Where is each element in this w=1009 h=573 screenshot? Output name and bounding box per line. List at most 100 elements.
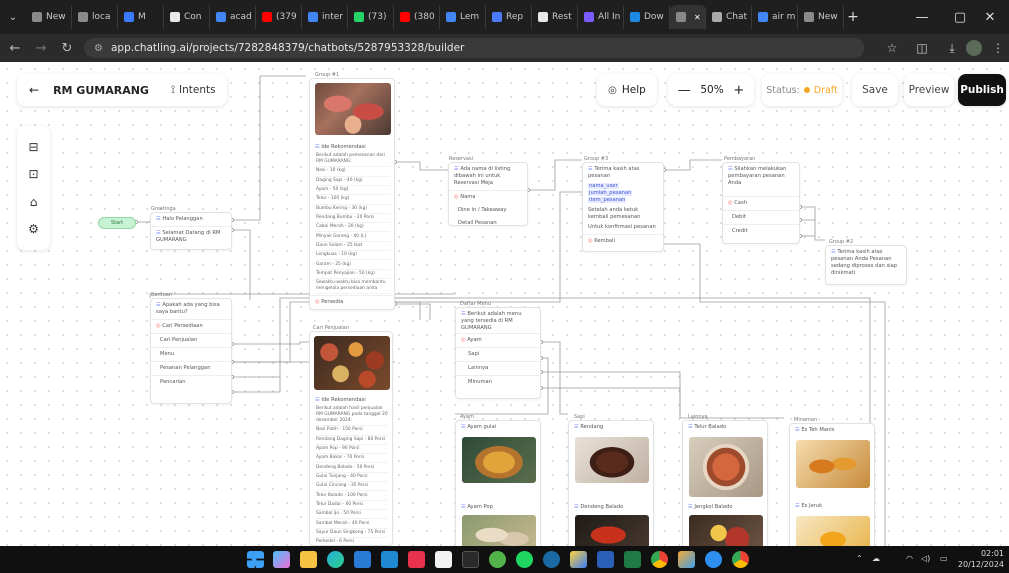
bot-icon[interactable]: ⌂: [30, 195, 38, 209]
wifi-icon[interactable]: ◠: [906, 554, 913, 563]
bantuan-option-2[interactable]: Cari Penjualan: [151, 334, 231, 349]
onedrive-icon[interactable]: ☁: [872, 554, 880, 563]
reservasi-node[interactable]: ☰ Ada nama di listing dibawah ini untuk …: [448, 162, 528, 226]
pembayaran-option-credit[interactable]: Credit: [723, 225, 799, 238]
browser-tab[interactable]: Dow: [624, 5, 670, 29]
intents-button[interactable]: Intents: [179, 84, 216, 96]
steam-icon[interactable]: [543, 551, 560, 568]
group3-node[interactable]: ☰ Terima kasih atas pesanan nama_user ju…: [582, 162, 664, 252]
bantuan-node[interactable]: ☰ Apakah ada yang bisa saya bantu? ◎ Car…: [150, 298, 232, 404]
browser-tab[interactable]: All In: [578, 5, 624, 29]
site-info-icon[interactable]: ⚙: [94, 43, 103, 54]
extensions-icon[interactable]: ◫: [914, 40, 930, 56]
back-arrow-icon[interactable]: ←: [29, 83, 39, 97]
pen-app-icon[interactable]: [570, 551, 587, 568]
group1-node[interactable]: ☰ Ide Rekomendasi Berikut adalah pemesan…: [309, 78, 396, 310]
mail-app-icon[interactable]: [705, 551, 722, 568]
windows-start-icon[interactable]: [247, 551, 264, 568]
close-tab-icon[interactable]: ✕: [694, 13, 701, 22]
daftar-menu-option-sapi[interactable]: Sapi: [456, 348, 540, 363]
daftar-menu-option-lainnya[interactable]: Lainnya: [456, 362, 540, 377]
help-panel[interactable]: ◎ Help: [597, 74, 657, 106]
word-icon[interactable]: [597, 551, 614, 568]
file-explorer-icon[interactable]: [300, 551, 317, 568]
spotify-icon[interactable]: [516, 551, 533, 568]
publish-button[interactable]: Publish: [958, 74, 1006, 106]
edge-icon[interactable]: [327, 551, 344, 568]
clock-date[interactable]: 20/12/2024: [946, 560, 1004, 569]
lainnya-node[interactable]: ☰ Telur Balado ☰ Jengkol Balado: [682, 420, 768, 546]
minimize-icon[interactable]: —: [903, 0, 941, 34]
meat-photo: [315, 83, 391, 135]
browser-tab[interactable]: M: [118, 5, 164, 29]
start-node[interactable]: Start: [98, 217, 136, 229]
pembayaran-option-debit[interactable]: Debit: [723, 211, 799, 226]
greetings-node[interactable]: ☰ Halo Pelanggan ☰ Selamat Datang di RM …: [150, 212, 232, 250]
xbox-icon[interactable]: [489, 551, 506, 568]
bantuan-option-5[interactable]: Pencarian: [151, 376, 231, 389]
document-icon[interactable]: [435, 551, 452, 568]
bookmark-star-icon[interactable]: ☆: [884, 40, 900, 56]
browser-tab[interactable]: ✕: [670, 5, 706, 29]
sketch-app-icon[interactable]: [678, 551, 695, 568]
pembayaran-node[interactable]: ☰ Silahkan melakukan pembayaran pesanan …: [722, 162, 800, 244]
tray-overflow-icon[interactable]: ⌃: [856, 554, 863, 563]
preview-button[interactable]: Preview: [904, 74, 954, 106]
bantuan-option-1[interactable]: ◎ Cari Persediaan: [151, 320, 231, 335]
zoom-in-button[interactable]: +: [733, 83, 744, 98]
reload-icon[interactable]: ↻: [56, 37, 78, 59]
new-tab-button[interactable]: +: [844, 9, 862, 25]
data-icon[interactable]: ⊡: [28, 167, 38, 181]
browser-tab[interactable]: (73): [348, 5, 394, 29]
ayam-node[interactable]: ☰ Ayam gulai ☰ Ayam Pop: [455, 420, 541, 546]
url-field[interactable]: ⚙ app.chatling.ai/projects/7282848379/ch…: [84, 38, 864, 58]
bantuan-option-3[interactable]: Menu: [151, 348, 231, 363]
zoom-out-button[interactable]: —: [678, 83, 691, 98]
tab-search-button[interactable]: ⌄: [0, 5, 26, 29]
download-icon[interactable]: ⤓: [944, 40, 960, 56]
browser-tab[interactable]: (379: [256, 5, 302, 29]
group3-back-button[interactable]: ◎ Kembali: [583, 235, 663, 248]
browser-tab[interactable]: Chat: [706, 5, 752, 29]
pembayaran-option-cash[interactable]: ◎ Cash: [723, 197, 799, 212]
epic-games-icon[interactable]: [462, 551, 479, 568]
app-red-icon[interactable]: [408, 551, 425, 568]
volume-icon[interactable]: ◁): [921, 554, 930, 563]
browser-tab[interactable]: Con: [164, 5, 210, 29]
browser-tab[interactable]: air m: [752, 5, 798, 29]
layout-icon[interactable]: ⊟: [28, 140, 38, 154]
browser-tab[interactable]: acad: [210, 5, 256, 29]
save-button[interactable]: Save: [852, 74, 898, 106]
browser-tab[interactable]: New: [26, 5, 72, 29]
bantuan-option-4[interactable]: Pesanan Pelanggan: [151, 362, 231, 377]
browser-tab[interactable]: loca: [72, 5, 118, 29]
browser-menu-icon[interactable]: ⋮: [990, 40, 1006, 56]
clock-time[interactable]: 02:01: [968, 549, 1004, 558]
excel-icon[interactable]: [624, 551, 641, 568]
back-nav-icon[interactable]: ←: [4, 37, 26, 59]
forward-nav-icon[interactable]: →: [30, 37, 52, 59]
minuman-node[interactable]: ☰ Es Teh Manis ☰ Es Jeruk: [789, 423, 875, 546]
daftar-menu-node[interactable]: ☰ Berikut adalah menu yang tersedia di R…: [455, 307, 541, 399]
sapi-node[interactable]: ☰ Rendang ☰ Dendeng Balado: [568, 420, 654, 546]
profile-avatar[interactable]: [966, 40, 982, 56]
daftar-menu-option-ayam[interactable]: ◎ Ayam: [456, 334, 540, 349]
flow-canvas[interactable]: ← RM GUMARANG ⟟ Intents ⊟ ⊡ ⌂ ⚙ ◎ Help —…: [0, 62, 1009, 546]
intents-icon[interactable]: ⟟: [171, 83, 175, 97]
browser-tab[interactable]: New: [798, 5, 844, 29]
copilot-icon[interactable]: [273, 551, 290, 568]
browser-tab[interactable]: inter: [302, 5, 348, 29]
store-icon[interactable]: [354, 551, 371, 568]
group2-node[interactable]: ☰ Terima kasih atas pesanan Anda Pesanan…: [825, 245, 907, 285]
browser-tab[interactable]: (380: [394, 5, 440, 29]
vscode-icon[interactable]: [381, 551, 398, 568]
browser-tab[interactable]: Rest: [532, 5, 578, 29]
browser-tab[interactable]: Rep: [486, 5, 532, 29]
chrome-alt-icon[interactable]: [732, 551, 749, 568]
settings-gear-icon[interactable]: ⚙: [28, 222, 39, 236]
close-window-icon[interactable]: ✕: [971, 0, 1009, 34]
browser-tab[interactable]: Lem: [440, 5, 486, 29]
chrome-icon[interactable]: [651, 551, 668, 568]
cari-penjualan-node[interactable]: ☰ Ide Rekomendasi Berikut adalah hasil p…: [309, 331, 393, 546]
daftar-menu-option-minuman[interactable]: Minuman: [456, 376, 540, 389]
